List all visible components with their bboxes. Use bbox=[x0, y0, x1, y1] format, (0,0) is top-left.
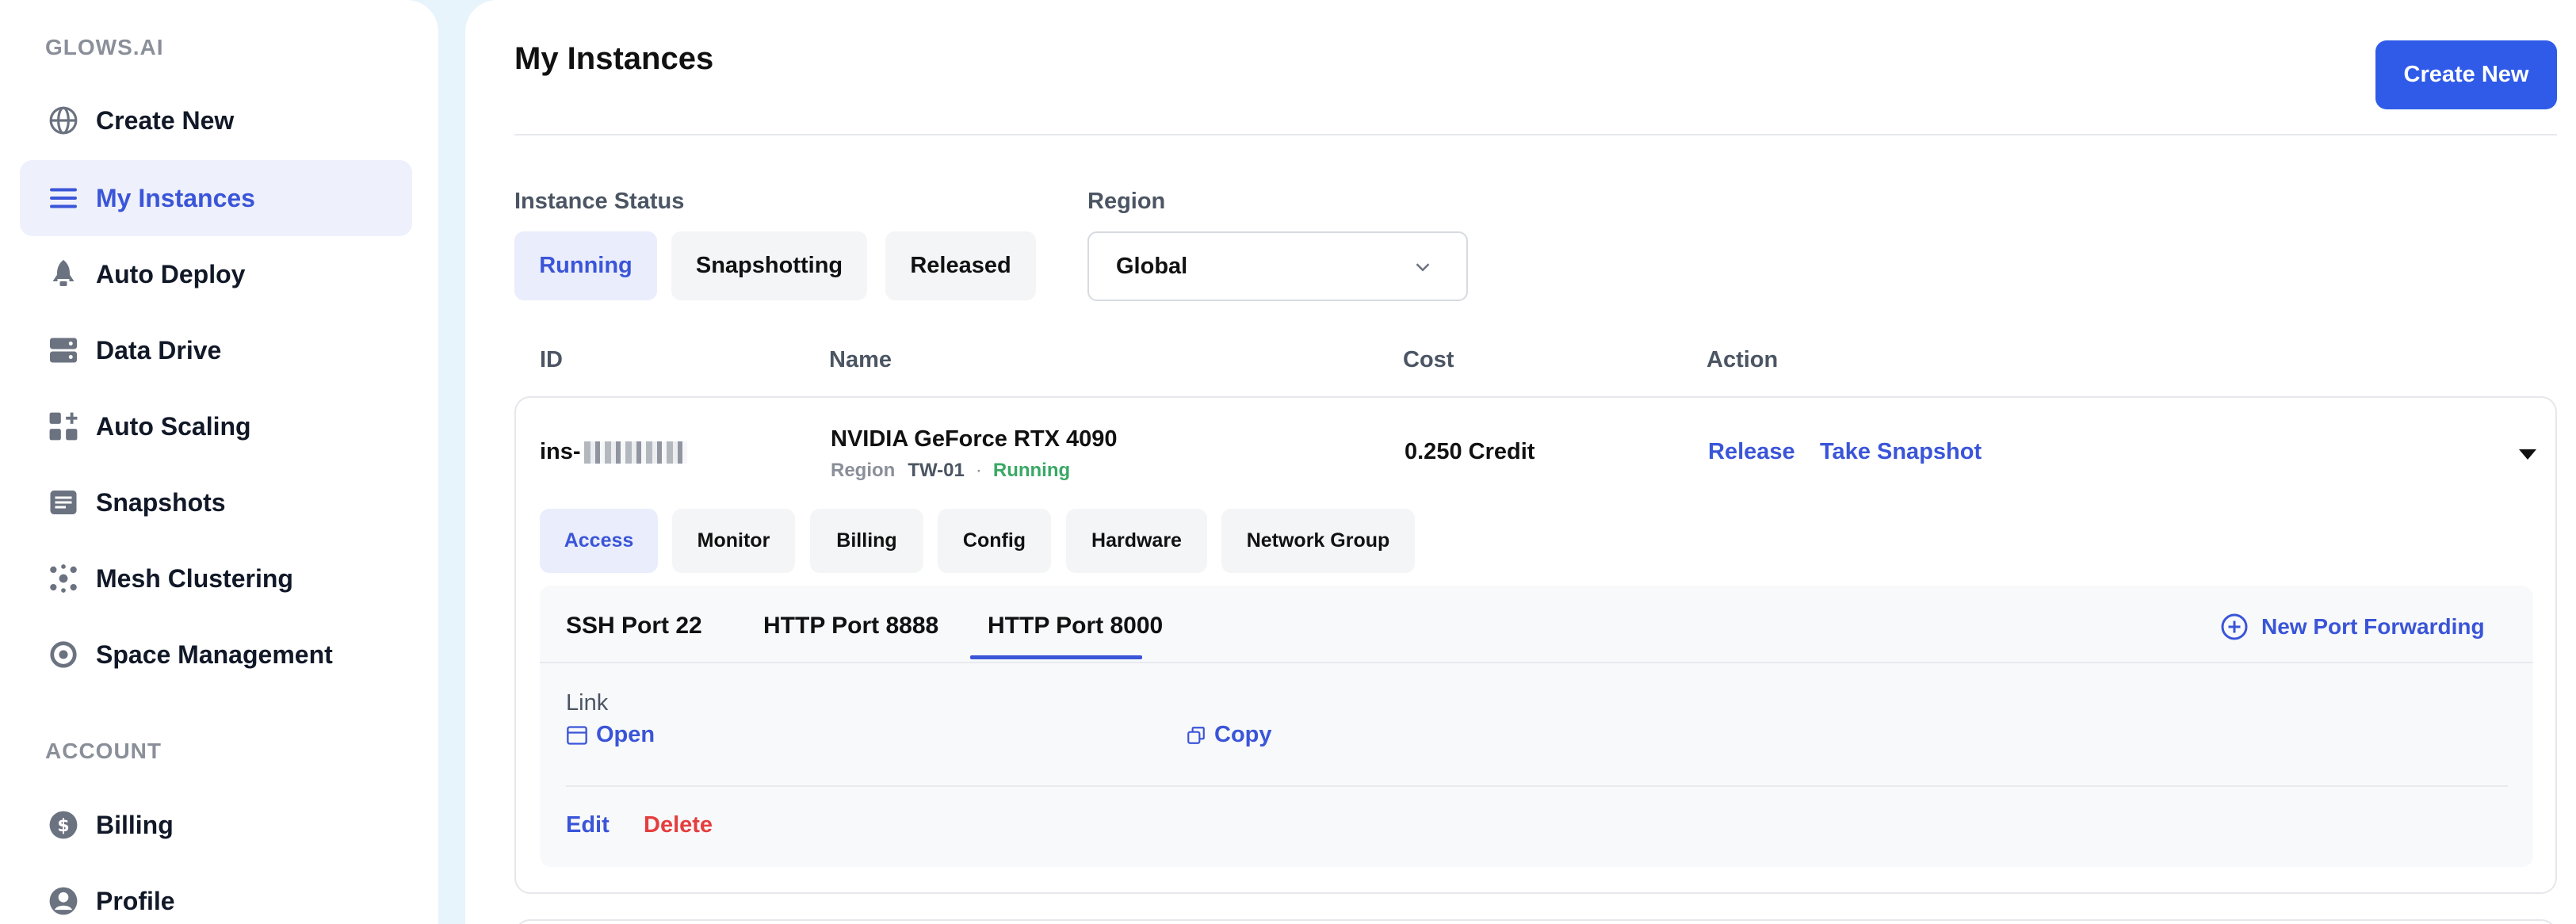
region-key: Region bbox=[831, 460, 896, 481]
delete-button[interactable]: Delete bbox=[644, 812, 713, 838]
expand-caret-icon[interactable] bbox=[2517, 447, 2538, 461]
instance-status-label: Instance Status bbox=[514, 189, 685, 214]
sidebar-item-profile[interactable]: Profile bbox=[20, 863, 412, 924]
status-filter-running[interactable]: Running bbox=[514, 231, 657, 300]
account-section-label: ACCOUNT bbox=[45, 739, 162, 763]
port-tab-http-8888[interactable]: HTTP Port 8888 bbox=[763, 613, 938, 640]
region-label: Region bbox=[1087, 189, 1166, 214]
release-link[interactable]: Release bbox=[1708, 439, 1795, 465]
tab-billing[interactable]: Billing bbox=[810, 509, 923, 573]
next-instance-card bbox=[514, 919, 2557, 924]
status-badge: Running bbox=[992, 460, 1071, 481]
region-value: TW-01 bbox=[908, 460, 965, 481]
tab-config[interactable]: Config bbox=[938, 509, 1051, 573]
sidebar-item-label: Snapshots bbox=[96, 487, 226, 517]
column-header-id: ID bbox=[540, 347, 563, 372]
status-filter-released[interactable]: Released bbox=[885, 231, 1036, 300]
instance-cost: 0.250 Credit bbox=[1405, 439, 1535, 464]
sidebar-item-label: Auto Deploy bbox=[96, 259, 246, 288]
sidebar-item-label: Create New bbox=[96, 105, 235, 135]
meta-separator: · bbox=[975, 460, 982, 481]
column-header-action: Action bbox=[1707, 347, 1779, 372]
sidebar-item-label: Billing bbox=[96, 810, 174, 839]
mesh-icon bbox=[47, 562, 80, 595]
brand-label: GLOWS.AI bbox=[45, 35, 164, 59]
main-content: My Instances Create New Instance Status … bbox=[465, 0, 2576, 924]
tab-hardware[interactable]: Hardware bbox=[1066, 509, 1207, 573]
header-divider bbox=[514, 134, 2557, 136]
copy-label: Copy bbox=[1214, 722, 1272, 747]
sidebar-item-label: Mesh Clustering bbox=[96, 563, 293, 593]
open-link[interactable]: Open bbox=[566, 722, 655, 748]
link-label: Link bbox=[566, 690, 609, 716]
grid-plus-icon bbox=[47, 410, 80, 443]
sidebar-item-create-new[interactable]: Create New bbox=[20, 82, 412, 158]
new-port-forwarding-button[interactable]: New Port Forwarding bbox=[2220, 613, 2485, 641]
port-tab-ssh-22[interactable]: SSH Port 22 bbox=[566, 613, 702, 640]
edit-button[interactable]: Edit bbox=[566, 812, 610, 838]
tab-monitor[interactable]: Monitor bbox=[672, 509, 795, 573]
open-label: Open bbox=[596, 722, 655, 747]
dollar-icon: $ bbox=[47, 808, 80, 842]
list-icon bbox=[47, 181, 80, 215]
sidebar: GLOWS.AI Create New My Instances Auto De… bbox=[0, 0, 438, 924]
user-icon bbox=[47, 884, 80, 918]
window-icon bbox=[567, 725, 587, 745]
instance-meta: Region TW-01 · Running bbox=[831, 460, 1070, 482]
port-tabs-divider bbox=[540, 662, 2533, 663]
access-panel: SSH Port 22 HTTP Port 8888 HTTP Port 800… bbox=[540, 586, 2533, 867]
column-header-cost: Cost bbox=[1403, 347, 1454, 372]
tab-network-group[interactable]: Network Group bbox=[1221, 509, 1415, 573]
page-title: My Instances bbox=[514, 41, 714, 76]
instance-id-prefix: ins- bbox=[540, 439, 581, 464]
copy-icon bbox=[1187, 726, 1205, 744]
link-divider bbox=[566, 785, 2508, 787]
sidebar-item-label: Data Drive bbox=[96, 335, 222, 365]
globe-icon bbox=[47, 104, 80, 137]
copy-link[interactable]: Copy bbox=[1186, 722, 1272, 748]
gauge-icon bbox=[47, 638, 80, 671]
sidebar-item-label: Space Management bbox=[96, 640, 333, 669]
server-icon bbox=[47, 334, 80, 367]
sidebar-item-label: Profile bbox=[96, 886, 175, 915]
instance-name: NVIDIA GeForce RTX 4090 bbox=[831, 426, 1118, 452]
region-select-value: Global bbox=[1116, 253, 1188, 279]
sidebar-item-snapshots[interactable]: Snapshots bbox=[20, 464, 412, 540]
sidebar-item-my-instances[interactable]: My Instances bbox=[20, 160, 412, 236]
svg-text:$: $ bbox=[57, 815, 69, 836]
sidebar-item-label: My Instances bbox=[96, 183, 255, 212]
tab-access[interactable]: Access bbox=[540, 509, 658, 573]
sidebar-item-billing[interactable]: $ Billing bbox=[20, 787, 412, 863]
instance-id: ins- bbox=[540, 439, 687, 465]
sidebar-item-auto-deploy[interactable]: Auto Deploy bbox=[20, 236, 412, 312]
instance-card: ins- NVIDIA GeForce RTX 4090 Region TW-0… bbox=[514, 396, 2557, 894]
new-port-forwarding-label: New Port Forwarding bbox=[2261, 614, 2485, 639]
status-filter-snapshotting[interactable]: Snapshotting bbox=[671, 231, 867, 300]
sidebar-item-mesh-clustering[interactable]: Mesh Clustering bbox=[20, 540, 412, 617]
port-tab-http-8000[interactable]: HTTP Port 8000 bbox=[988, 613, 1163, 640]
column-header-name: Name bbox=[829, 347, 892, 372]
document-icon bbox=[47, 486, 80, 519]
sidebar-item-space-management[interactable]: Space Management bbox=[20, 617, 412, 693]
chevron-down-icon bbox=[1411, 255, 1435, 279]
create-new-button[interactable]: Create New bbox=[2375, 40, 2557, 109]
region-select[interactable]: Global bbox=[1087, 231, 1468, 301]
sidebar-item-label: Auto Scaling bbox=[96, 411, 251, 441]
sidebar-item-data-drive[interactable]: Data Drive bbox=[20, 312, 412, 388]
sidebar-item-auto-scaling[interactable]: Auto Scaling bbox=[20, 388, 412, 464]
rocket-icon bbox=[47, 258, 80, 291]
take-snapshot-link[interactable]: Take Snapshot bbox=[1820, 439, 1982, 465]
active-port-indicator bbox=[970, 655, 1142, 659]
redacted-id bbox=[583, 441, 687, 464]
plus-circle-icon bbox=[2221, 613, 2248, 640]
